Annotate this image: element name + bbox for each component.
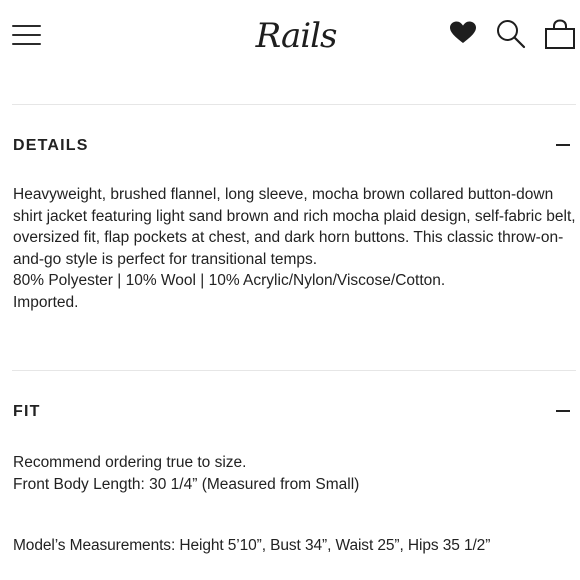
details-divider bbox=[12, 370, 576, 371]
brand-logo[interactable]: Rails bbox=[250, 12, 342, 58]
model-measurements-text: Model’s Measurements: Height 5’10”, Bust… bbox=[13, 537, 491, 554]
fit-recommendation: Recommend ordering true to size. bbox=[13, 454, 247, 471]
heart-icon[interactable] bbox=[448, 18, 478, 50]
shopping-bag-icon[interactable] bbox=[543, 18, 577, 50]
details-collapse-minus-icon[interactable] bbox=[552, 134, 574, 156]
details-composition: 80% Polyester | 10% Wool | 10% Acrylic/N… bbox=[13, 272, 446, 289]
details-origin: Imported. bbox=[13, 293, 79, 311]
details-section-title[interactable]: DETAILS bbox=[13, 137, 89, 155]
fit-collapse-minus-icon[interactable] bbox=[552, 400, 574, 422]
hamburger-menu-icon[interactable] bbox=[12, 22, 42, 48]
details-body: Heavyweight, brushed flannel, long sleev… bbox=[13, 184, 578, 313]
site-header: Rails bbox=[0, 0, 580, 74]
header-divider bbox=[12, 104, 576, 105]
search-icon[interactable] bbox=[494, 18, 528, 50]
product-info-page: Rails DETAILS Heavyweight, brushed flann… bbox=[0, 0, 580, 580]
details-description: Heavyweight, brushed flannel, long sleev… bbox=[13, 186, 576, 268]
fit-length: Front Body Length: 30 1/4” (Measured fro… bbox=[13, 475, 360, 493]
fit-body: Recommend ordering true to size. Front B… bbox=[13, 452, 578, 495]
fit-model-measurements: Model’s Measurements: Height 5’10”, Bust… bbox=[13, 535, 578, 557]
brand-logo-text: Rails bbox=[255, 16, 338, 56]
fit-section-title[interactable]: FIT bbox=[13, 403, 41, 421]
